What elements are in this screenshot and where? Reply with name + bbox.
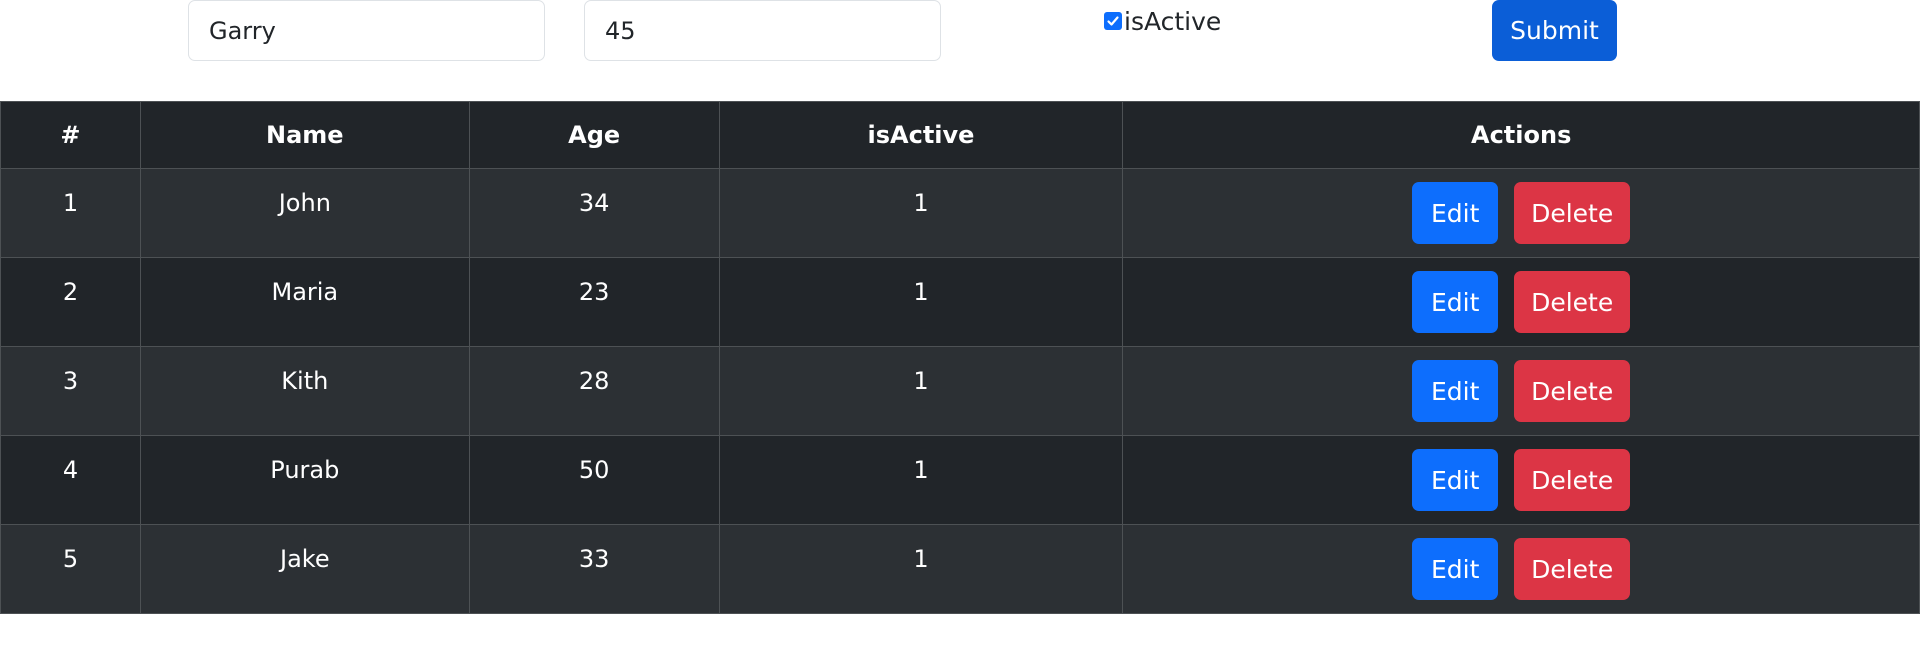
- cell-is-active: 1: [718, 524, 1124, 614]
- table-row: 1 John 34 1 Edit Delete: [0, 168, 1920, 258]
- cell-id: 5: [0, 524, 141, 614]
- cell-actions: Edit Delete: [1122, 346, 1920, 436]
- cell-age: 33: [468, 524, 720, 614]
- row-name: Maria: [271, 278, 339, 306]
- cell-age: 28: [468, 346, 720, 436]
- cell-id: 3: [0, 346, 141, 436]
- is-active-checkbox-group[interactable]: isActive: [1104, 6, 1221, 36]
- cell-age: 23: [468, 257, 720, 347]
- cell-age: 34: [468, 168, 720, 258]
- checkmark-icon: [1107, 16, 1119, 26]
- cell-actions: Edit Delete: [1122, 524, 1920, 614]
- cell-is-active: 1: [718, 346, 1124, 436]
- cell-actions: Edit Delete: [1122, 257, 1920, 347]
- row-id: 1: [62, 189, 79, 217]
- name-input[interactable]: [188, 0, 545, 61]
- cell-name: Purab: [139, 435, 470, 525]
- cell-age: 50: [468, 435, 720, 525]
- table-row: 3 Kith 28 1 Edit Delete: [0, 346, 1920, 436]
- cell-is-active: 1: [718, 435, 1124, 525]
- edit-button[interactable]: Edit: [1412, 449, 1499, 511]
- row-name: Kith: [281, 367, 329, 395]
- row-id: 4: [62, 456, 79, 484]
- delete-button[interactable]: Delete: [1514, 538, 1631, 600]
- row-age: 33: [578, 545, 610, 573]
- cell-id: 4: [0, 435, 141, 525]
- header-id: #: [0, 101, 141, 169]
- cell-id: 2: [0, 257, 141, 347]
- delete-button[interactable]: Delete: [1514, 360, 1631, 422]
- row-is-active: 1: [913, 456, 929, 484]
- row-is-active: 1: [913, 367, 929, 395]
- is-active-checkbox[interactable]: [1104, 12, 1122, 30]
- table-row: 5 Jake 33 1 Edit Delete: [0, 524, 1920, 614]
- delete-button[interactable]: Delete: [1514, 449, 1631, 511]
- cell-actions: Edit Delete: [1122, 168, 1920, 258]
- table-header-row: # Name Age isActive Actions: [0, 101, 1920, 169]
- cell-is-active: 1: [718, 168, 1124, 258]
- row-is-active: 1: [913, 278, 929, 306]
- edit-button[interactable]: Edit: [1412, 182, 1499, 244]
- row-name: Jake: [280, 545, 330, 573]
- user-form: isActive Submit: [0, 0, 1920, 101]
- cell-actions: Edit Delete: [1122, 435, 1920, 525]
- row-age: 50: [578, 456, 610, 484]
- cell-name: John: [139, 168, 470, 258]
- table-row: 2 Maria 23 1 Edit Delete: [0, 257, 1920, 347]
- header-actions: Actions: [1122, 101, 1920, 169]
- is-active-label: isActive: [1124, 6, 1222, 36]
- table-row: 4 Purab 50 1 Edit Delete: [0, 435, 1920, 525]
- row-is-active: 1: [913, 189, 929, 217]
- cell-name: Jake: [139, 524, 470, 614]
- cell-name: Maria: [139, 257, 470, 347]
- row-name: Purab: [270, 456, 340, 484]
- delete-button[interactable]: Delete: [1514, 271, 1631, 333]
- row-id: 5: [62, 545, 79, 573]
- cell-name: Kith: [139, 346, 470, 436]
- header-name: Name: [139, 101, 470, 169]
- header-is-active: isActive: [718, 101, 1124, 169]
- row-age: 28: [578, 367, 610, 395]
- cell-id: 1: [0, 168, 141, 258]
- row-age: 34: [578, 189, 610, 217]
- age-input[interactable]: [584, 0, 941, 61]
- submit-button[interactable]: Submit: [1492, 0, 1617, 61]
- edit-button[interactable]: Edit: [1412, 360, 1499, 422]
- cell-is-active: 1: [718, 257, 1124, 347]
- row-age: 23: [578, 278, 610, 306]
- row-id: 3: [62, 367, 79, 395]
- users-table: # Name Age isActive Actions 1 John 34 1 …: [0, 101, 1920, 614]
- row-is-active: 1: [913, 545, 929, 573]
- row-id: 2: [62, 278, 79, 306]
- edit-button[interactable]: Edit: [1412, 538, 1499, 600]
- edit-button[interactable]: Edit: [1412, 271, 1499, 333]
- row-name: John: [278, 189, 331, 217]
- delete-button[interactable]: Delete: [1514, 182, 1631, 244]
- header-age: Age: [468, 101, 720, 169]
